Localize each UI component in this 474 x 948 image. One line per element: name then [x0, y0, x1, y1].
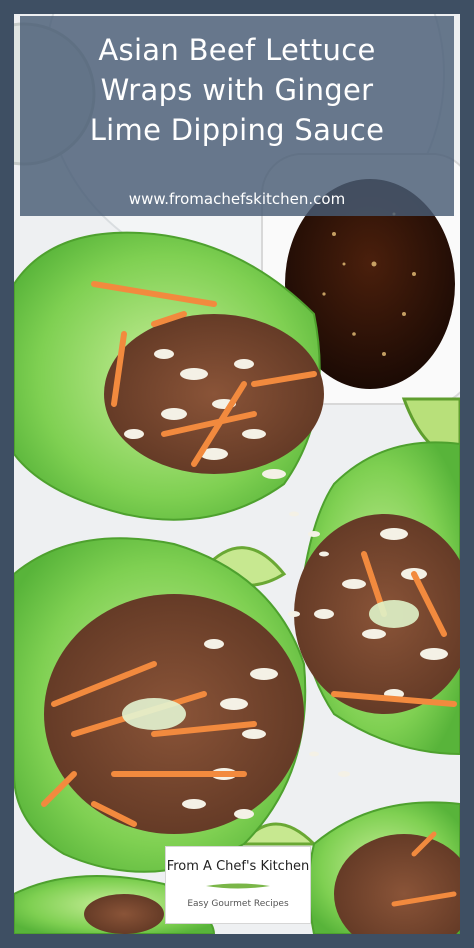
website-url: www.fromachefskitchen.com — [128, 190, 346, 208]
logo-name: From A Chef's Kitchen — [166, 859, 310, 874]
leaf-divider-icon — [206, 883, 270, 889]
pin-image: Asian Beef Lettuce Wraps with Ginger Lim… — [0, 0, 474, 948]
title-line-1: Asian Beef Lettuce — [98, 33, 376, 67]
title-line-3: Lime Dipping Sauce — [89, 113, 385, 147]
pin-title: Asian Beef Lettuce Wraps with Ginger Lim… — [20, 30, 454, 150]
title-line-2: Wraps with Ginger — [100, 73, 374, 107]
brand-logo: From A Chef's Kitchen Easy Gourmet Recip… — [165, 846, 311, 924]
logo-tagline: Easy Gourmet Recipes — [187, 899, 289, 909]
